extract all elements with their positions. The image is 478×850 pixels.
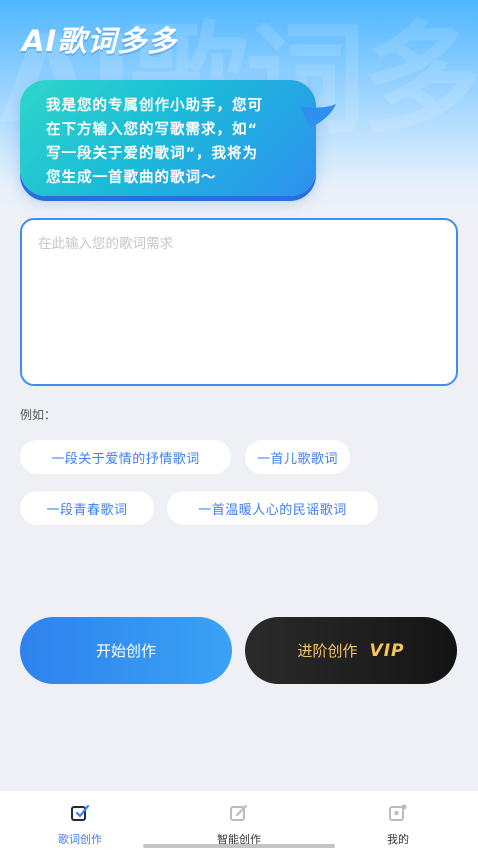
- lyric-request-box[interactable]: [20, 218, 458, 386]
- example-chip-love-ballad[interactable]: 一段关于爱情的抒情歌词: [20, 440, 231, 474]
- example-chip-children-song[interactable]: 一首儿歌歌词: [245, 440, 350, 474]
- tab-label: 歌词创作: [58, 833, 102, 846]
- assistant-message-line: 写一段关于爱的歌词”，我将为: [46, 146, 259, 162]
- example-chip-youth[interactable]: 一段青春歌词: [20, 491, 154, 525]
- assistant-bubble: 我是您的专属创作小助手，您可 在下方输入您的写歌需求，如“ 写一段关于爱的歌词”…: [20, 80, 316, 196]
- app-title: AI歌词多多: [22, 24, 178, 58]
- example-chip-folk[interactable]: 一首温暖人心的民谣歌词: [167, 491, 378, 525]
- bubble-tail: [300, 104, 336, 128]
- tab-lyrics-create[interactable]: 歌词创作: [20, 791, 140, 850]
- lyric-request-input[interactable]: [38, 232, 440, 372]
- assistant-message-line: 我是您的专属创作小助手，您可: [46, 98, 263, 114]
- tab-label: 我的: [387, 833, 409, 846]
- vip-badge: VIP: [369, 640, 405, 661]
- start-create-label: 开始创作: [95, 642, 156, 660]
- assistant-message-line: 您生成一首歌曲的歌词～: [46, 170, 217, 186]
- lyrics-edit-icon: [71, 804, 90, 821]
- tab-profile[interactable]: 我的: [338, 791, 458, 850]
- advanced-create-label: 进阶创作: [297, 642, 358, 660]
- examples-label: 例如：: [20, 408, 57, 422]
- profile-icon: [389, 804, 407, 821]
- assistant-message-line: 在下方输入您的写歌需求，如“: [46, 122, 259, 138]
- assistant-message: 我是您的专属创作小助手，您可 在下方输入您的写歌需求，如“ 写一段关于爱的歌词”…: [46, 94, 302, 190]
- advanced-create-button[interactable]: 进阶创作 VIP: [245, 617, 457, 684]
- start-create-button[interactable]: 开始创作: [20, 617, 232, 684]
- tab-smart-create[interactable]: 智能创作: [179, 791, 299, 850]
- smart-edit-icon: [230, 804, 248, 821]
- bottom-tabbar: 歌词创作 智能创作 我的: [0, 791, 478, 850]
- home-indicator: [143, 844, 335, 848]
